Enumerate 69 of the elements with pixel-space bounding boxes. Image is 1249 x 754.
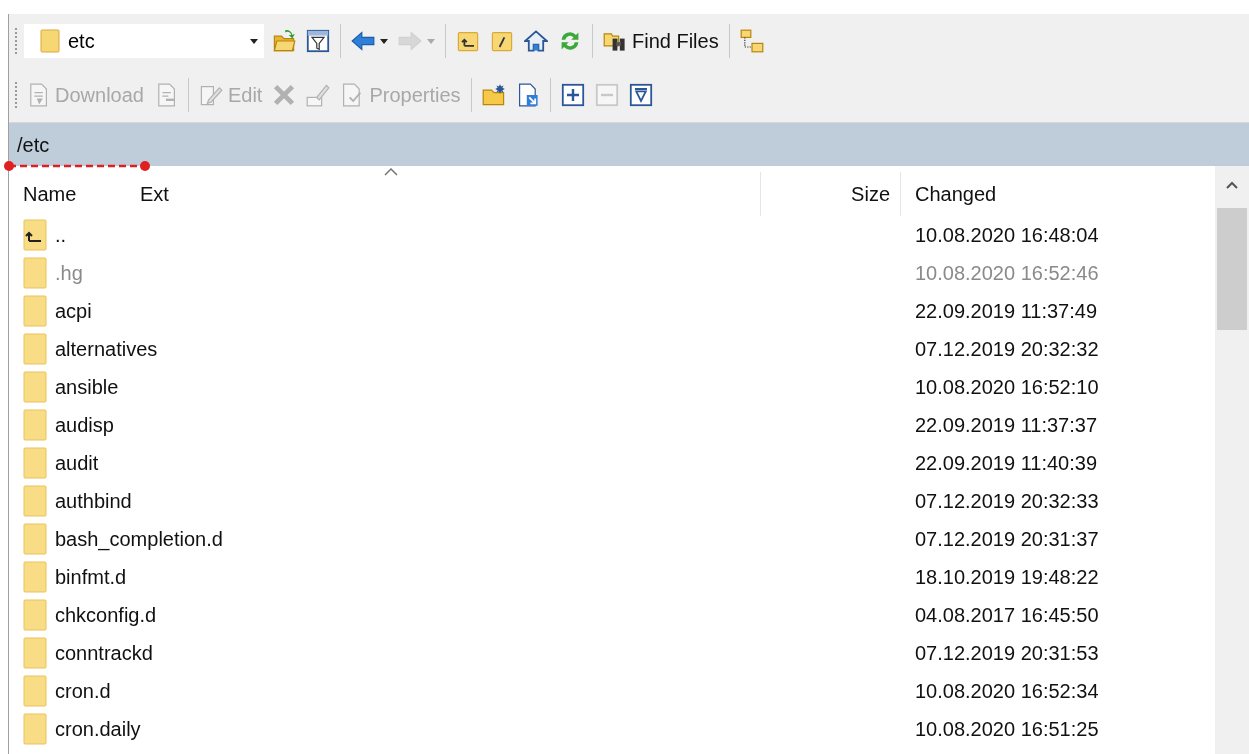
root-folder-icon	[490, 29, 514, 53]
file-name[interactable]: audisp	[55, 410, 114, 440]
folder-icon	[23, 333, 47, 365]
folder-icon	[23, 485, 47, 517]
column-header[interactable]: Changed	[901, 172, 1215, 216]
file-name[interactable]: audit	[55, 448, 99, 478]
modified-date: 10.08.2020 16:52:46	[915, 262, 1099, 284]
forward-arrow-icon	[398, 29, 422, 53]
file-name[interactable]: cron.daily	[55, 714, 141, 744]
column-header[interactable]: Size	[761, 172, 901, 216]
modified-date: 22.09.2019 11:37:49	[915, 300, 1098, 322]
folder-icon	[23, 257, 47, 289]
modified-date: 07.12.2019 20:32:33	[915, 490, 1099, 512]
folder-icon	[23, 371, 47, 403]
folder-icon	[23, 637, 47, 669]
tree-icon	[739, 29, 764, 53]
modified-date: 10.08.2020 16:52:10	[915, 376, 1099, 398]
folder-icon	[23, 295, 47, 327]
folder-icon	[23, 675, 47, 707]
dropdown-arrow-icon[interactable]	[380, 38, 388, 44]
toolbar-button[interactable]: Find Files	[601, 24, 721, 58]
file-name[interactable]: cron.d	[55, 676, 111, 706]
folder-icon	[23, 409, 47, 441]
folder-icon	[40, 29, 60, 53]
file-name[interactable]: ..	[55, 220, 67, 250]
folder-icon	[23, 523, 47, 555]
home-icon	[524, 29, 548, 53]
modified-date: 22.09.2019 11:37:37	[915, 414, 1098, 436]
new-folder-icon	[481, 83, 506, 107]
path-label: /etc	[17, 132, 50, 158]
modified-date: 10.08.2020 16:51:25	[915, 718, 1099, 740]
file-name[interactable]: bash_completion.d	[55, 524, 223, 554]
scroll-thumb[interactable]	[1217, 208, 1247, 330]
dropdown-arrow-icon[interactable]	[250, 38, 258, 44]
file-name[interactable]: binfmt.d	[55, 562, 127, 592]
folder-icon	[23, 599, 47, 631]
modified-date: 07.12.2019 20:32:32	[915, 338, 1099, 360]
filter-icon	[306, 29, 330, 53]
file-name[interactable]: ansible	[55, 372, 119, 402]
modified-date: 07.12.2019 20:31:37	[915, 528, 1099, 550]
plus-icon	[560, 83, 585, 107]
modified-date: 18.10.2019 19:48:22	[915, 566, 1099, 588]
file-name[interactable]: acpi	[55, 296, 92, 326]
file-name[interactable]: chkconfig.d	[55, 600, 157, 630]
modified-date: 07.12.2019 20:31:53	[915, 642, 1099, 664]
delete-icon	[272, 83, 297, 107]
modified-date: 04.08.2017 16:45:50	[915, 604, 1099, 626]
edit-icon	[198, 83, 223, 107]
column-header[interactable]: Ext	[138, 172, 761, 216]
folder-icon	[23, 713, 47, 745]
rename-icon	[306, 83, 331, 107]
scroll-up-icon[interactable]	[1225, 180, 1239, 190]
filter-select-icon	[628, 83, 653, 107]
file-name[interactable]: conntrackd	[55, 638, 153, 668]
open-folder-icon	[272, 29, 296, 53]
modified-date: 10.08.2020 16:52:34	[915, 680, 1099, 702]
minus-icon	[594, 83, 619, 107]
parent-folder-icon	[23, 219, 47, 251]
address-combo[interactable]: etc	[24, 24, 264, 58]
file-name[interactable]: authbind	[55, 486, 132, 516]
folder-icon	[23, 447, 47, 479]
file-name[interactable]: alternatives	[55, 334, 158, 364]
folder-icon	[23, 561, 47, 593]
column-header[interactable]: Name	[9, 172, 138, 216]
scrollbar[interactable]	[1215, 166, 1249, 754]
parent-folder-icon	[456, 29, 480, 53]
modified-date: 10.08.2020 16:48:04	[915, 224, 1099, 246]
back-arrow-icon	[351, 29, 375, 53]
modified-date: 22.09.2019 11:40:39	[915, 452, 1098, 474]
